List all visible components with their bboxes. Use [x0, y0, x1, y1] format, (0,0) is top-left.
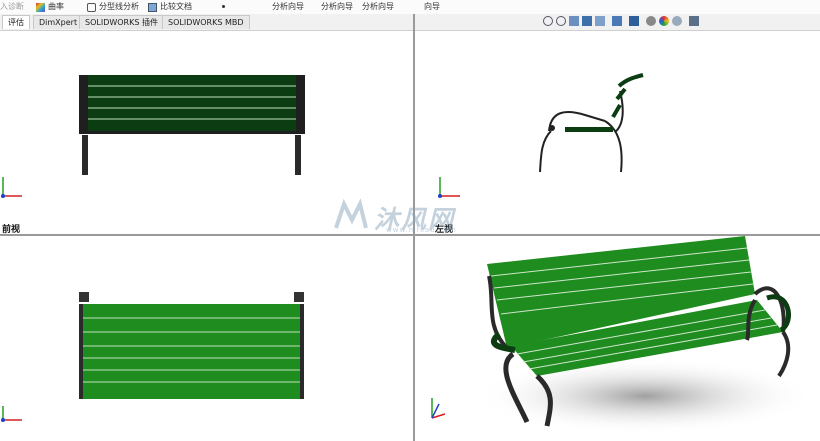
zoom-to-area-icon[interactable]	[556, 16, 566, 26]
viewport-front[interactable]: 前视	[0, 31, 413, 234]
dropdown-dot-icon	[222, 5, 225, 8]
wizard-label: 向导	[424, 2, 440, 11]
view-label-left: 左视	[435, 225, 454, 234]
analysis-wizard-4[interactable]: 向导	[424, 2, 440, 12]
viewport-splitter-vertical[interactable]	[413, 14, 415, 441]
viewport-left[interactable]: 左视	[415, 31, 820, 234]
viewport-isometric[interactable]	[415, 236, 820, 441]
analysis-wizard-2[interactable]: 分析向导	[321, 2, 353, 12]
tab-evaluate[interactable]: 评估	[2, 15, 30, 29]
tab-label: 评估	[8, 18, 24, 27]
zoom-to-fit-icon[interactable]	[543, 16, 553, 26]
compare-docs-label: 比较文档	[160, 2, 192, 11]
curvature-button[interactable]: 曲率	[36, 2, 64, 12]
view-label-front: 前视	[2, 225, 21, 234]
wizard-label: 分析向导	[272, 2, 304, 11]
tab-label: SOLIDWORKS MBD	[168, 18, 244, 27]
apply-scene-icon[interactable]	[672, 16, 682, 26]
dropdown-arrow[interactable]	[222, 2, 225, 8]
isometric-view-model	[431, 236, 815, 434]
compare-docs-button[interactable]: 比较文档	[148, 2, 192, 12]
compare-icon	[148, 2, 157, 12]
section-view-icon[interactable]	[582, 16, 592, 26]
tab-dimxpert[interactable]: DimXpert	[33, 15, 84, 29]
wizard-label: 分析向导	[362, 2, 394, 11]
previous-view-icon[interactable]	[569, 16, 579, 26]
view-settings-icon[interactable]	[689, 16, 699, 26]
top-view-model	[1, 292, 304, 422]
parting-line-icon	[87, 2, 96, 12]
tab-label: SOLIDWORKS 插件	[85, 18, 158, 27]
heads-up-view-toolbar	[543, 16, 699, 26]
analysis-wizard-1[interactable]: 分析向导	[272, 2, 304, 12]
command-manager-toolbar: 入诊断 曲率 分型线分析 比较文档 分析向导 分析向导 分析向导 向导	[0, 0, 820, 15]
display-style-icon[interactable]	[629, 16, 639, 26]
edit-appearance-icon[interactable]	[659, 16, 669, 26]
left-view-model	[438, 73, 644, 198]
viewport-splitter-horizontal[interactable]	[0, 234, 820, 236]
wizard-label: 分析向导	[321, 2, 353, 11]
view-orientation-icon[interactable]	[612, 16, 622, 26]
front-view-model	[1, 75, 305, 198]
analysis-wizard-3[interactable]: 分析向导	[362, 2, 394, 12]
diagnostics-button[interactable]: 入诊断	[0, 2, 24, 12]
parting-line-button[interactable]: 分型线分析	[87, 2, 139, 12]
dynamic-annotation-icon[interactable]	[595, 16, 605, 26]
curvature-label: 曲率	[48, 2, 64, 11]
parting-line-label: 分型线分析	[99, 2, 139, 11]
curvature-icon	[36, 2, 45, 12]
hide-show-items-icon[interactable]	[646, 16, 656, 26]
tab-label: DimXpert	[39, 18, 78, 27]
viewport-top[interactable]	[0, 236, 413, 441]
tab-solidworks-addins[interactable]: SOLIDWORKS 插件	[79, 15, 164, 29]
diagnostics-label: 入诊断	[0, 2, 24, 11]
tab-solidworks-mbd[interactable]: SOLIDWORKS MBD	[162, 15, 250, 29]
